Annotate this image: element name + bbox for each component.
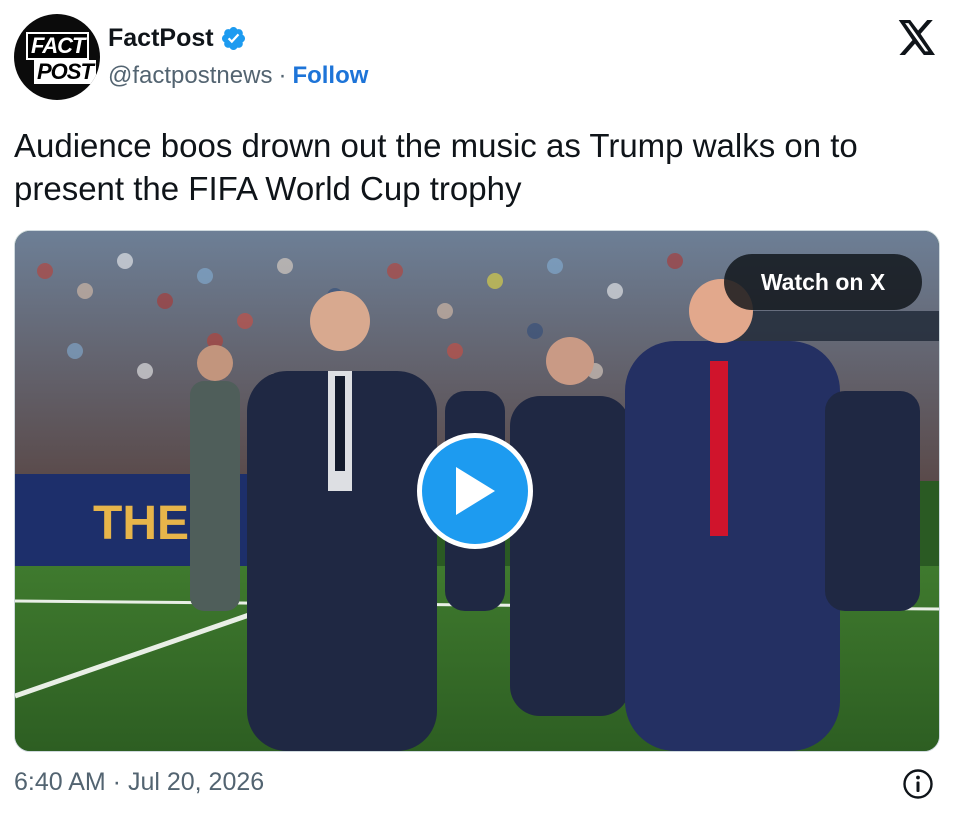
separator-dot: · bbox=[278, 62, 287, 89]
avatar-logo-line2: POST bbox=[34, 60, 96, 84]
follow-button[interactable]: Follow bbox=[292, 62, 368, 90]
author-display-name[interactable]: FactPost bbox=[108, 24, 214, 53]
video-player[interactable]: THE F Watch on X bbox=[14, 230, 940, 752]
watch-on-x-button[interactable]: Watch on X bbox=[724, 254, 922, 310]
avatar[interactable]: FACT POST bbox=[14, 14, 100, 100]
play-button[interactable] bbox=[417, 433, 533, 549]
tweet-text: Audience boos drown out the music as Tru… bbox=[14, 127, 858, 207]
x-logo-icon[interactable] bbox=[897, 20, 937, 56]
verified-badge-icon bbox=[221, 26, 245, 51]
author-handle[interactable]: @factpostnews bbox=[108, 62, 272, 90]
author-name-row: FactPost bbox=[108, 24, 247, 53]
play-icon bbox=[456, 467, 495, 515]
author-handle-row: @factpostnews · Follow bbox=[108, 62, 368, 90]
tweet-timestamp[interactable]: 6:40 AM · Jul 20, 2026 bbox=[14, 768, 264, 797]
avatar-logo-line1: FACT bbox=[26, 32, 90, 60]
info-icon[interactable] bbox=[902, 768, 934, 800]
